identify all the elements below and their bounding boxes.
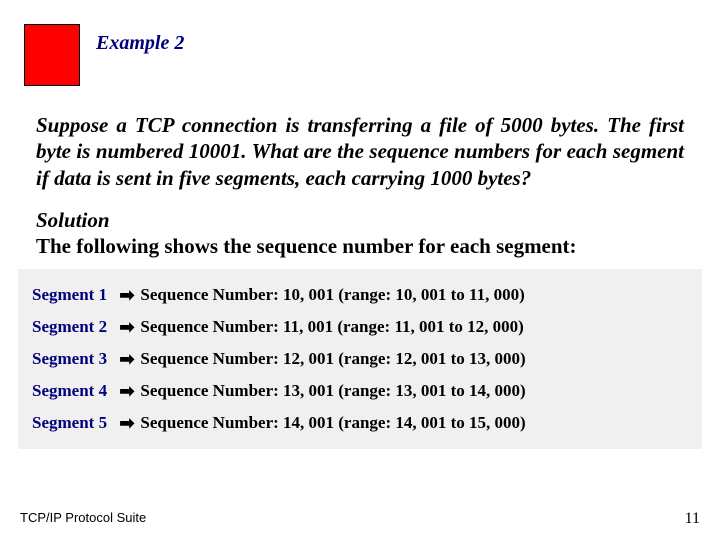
list-item: Segment 2 ➡ Sequence Number: 11, 001 (ra…: [32, 311, 688, 343]
segment-label: Segment 2: [32, 317, 111, 337]
list-item: Segment 5 ➡ Sequence Number: 14, 001 (ra…: [32, 407, 688, 439]
solution-label: Solution: [36, 207, 684, 233]
segment-label: Segment 5: [32, 413, 111, 433]
arrow-right-icon: ➡: [119, 286, 134, 304]
example-title: Example 2: [96, 32, 184, 55]
footer-text: TCP/IP Protocol Suite: [20, 510, 146, 528]
problem-statement: Suppose a TCP connection is transferring…: [36, 112, 684, 191]
list-item: Segment 3 ➡ Sequence Number: 12, 001 (ra…: [32, 343, 688, 375]
slide: Example 2 Suppose a TCP connection is tr…: [0, 0, 720, 540]
list-item: Segment 1 ➡ Sequence Number: 10, 001 (ra…: [32, 279, 688, 311]
segment-label: Segment 3: [32, 349, 111, 369]
solution-block: Solution The following shows the sequenc…: [36, 207, 684, 260]
segment-text: Sequence Number: 11, 001 (range: 11, 001…: [140, 317, 523, 337]
segment-label: Segment 1: [32, 285, 111, 305]
segment-text: Sequence Number: 14, 001 (range: 14, 001…: [140, 413, 525, 433]
footer: TCP/IP Protocol Suite 11: [20, 510, 700, 528]
arrow-right-icon: ➡: [119, 382, 134, 400]
arrow-right-icon: ➡: [119, 318, 134, 336]
segment-label: Segment 4: [32, 381, 111, 401]
solution-intro: The following shows the sequence number …: [36, 233, 684, 259]
arrow-right-icon: ➡: [119, 350, 134, 368]
header-row: Example 2: [0, 0, 720, 86]
segments-list: Segment 1 ➡ Sequence Number: 10, 001 (ra…: [18, 269, 702, 449]
segment-text: Sequence Number: 10, 001 (range: 10, 001…: [140, 285, 524, 305]
segment-text: Sequence Number: 13, 001 (range: 13, 001…: [140, 381, 525, 401]
segment-text: Sequence Number: 12, 001 (range: 12, 001…: [140, 349, 525, 369]
arrow-right-icon: ➡: [119, 414, 134, 432]
list-item: Segment 4 ➡ Sequence Number: 13, 001 (ra…: [32, 375, 688, 407]
page-number: 11: [685, 510, 700, 528]
decorative-red-box: [24, 24, 80, 86]
